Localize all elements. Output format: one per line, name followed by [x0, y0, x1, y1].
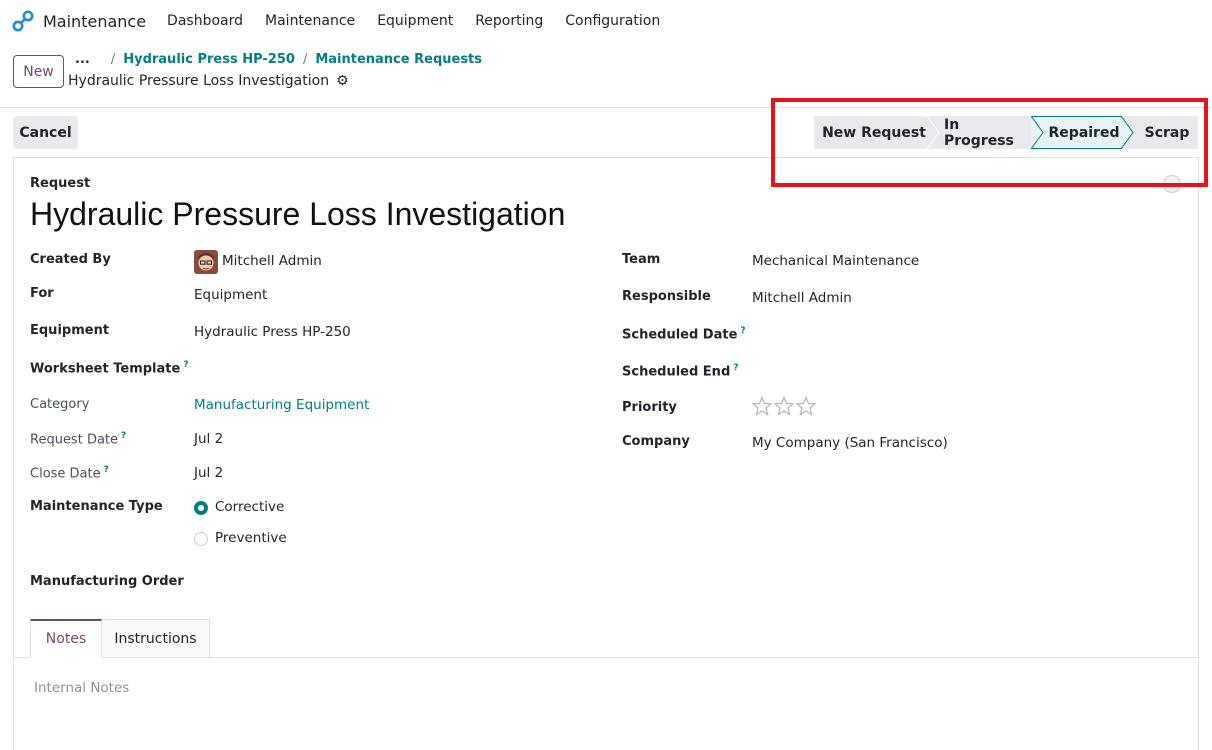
tab-notes[interactable]: Notes [30, 619, 102, 658]
responsible-label: Responsible [622, 289, 711, 304]
top-navbar: Maintenance Dashboard Maintenance Equipm… [0, 0, 1212, 42]
nav-reporting[interactable]: Reporting [475, 13, 543, 29]
help-icon[interactable]: ? [183, 360, 188, 370]
maintenance-type-label: Maintenance Type [30, 499, 163, 514]
form-sheet [13, 157, 1199, 750]
breadcrumb-maintenance-requests[interactable]: Maintenance Requests [315, 52, 482, 67]
request-header-label: Request [30, 176, 91, 191]
star-icon[interactable] [752, 396, 772, 416]
nav-maintenance[interactable]: Maintenance [265, 13, 355, 29]
stage-label: New Request [822, 124, 926, 141]
preventive-option-label[interactable]: Preventive [215, 530, 287, 546]
avatar [194, 250, 218, 274]
stage-label: Repaired [1048, 124, 1120, 141]
help-icon[interactable]: ? [121, 431, 126, 441]
priority-label: Priority [622, 400, 677, 415]
help-icon[interactable]: ? [740, 326, 745, 336]
stage-chevron [1121, 116, 1134, 149]
manufacturing-order-label: Manufacturing Order [30, 574, 184, 589]
stage-label: In Progress [944, 116, 1014, 149]
company-label: Company [622, 434, 690, 449]
scheduled-date-label-text: Scheduled Date [622, 327, 738, 343]
stage-chevron [927, 116, 940, 149]
request-date-value[interactable]: Jul 2 [194, 431, 223, 447]
for-value[interactable]: Equipment [194, 287, 267, 303]
category-value[interactable]: Manufacturing Equipment [194, 397, 369, 413]
worksheet-template-label: Worksheet Template? [30, 360, 189, 376]
request-date-label-text: Request Date [30, 432, 119, 448]
breadcrumb-equipment[interactable]: Hydraulic Press HP-250 [123, 52, 295, 67]
radio-corrective[interactable] [194, 501, 208, 515]
company-value[interactable]: My Company (San Francisco) [752, 435, 948, 451]
breadcrumb-separator: / [302, 52, 308, 67]
close-date-label: Close Date? [30, 465, 109, 481]
stage-statusbar: New Request In Progress Repaired Scrap [814, 116, 1198, 149]
kanban-state-icon[interactable] [1163, 175, 1181, 193]
request-date-label: Request Date? [30, 431, 126, 447]
stage-new-request[interactable]: New Request [814, 116, 940, 149]
breadcrumb: ... / Hydraulic Press HP-250 / Maintenan… [75, 52, 482, 67]
worksheet-template-label-text: Worksheet Template [30, 361, 181, 377]
help-icon[interactable]: ? [733, 363, 738, 373]
nav-equipment[interactable]: Equipment [377, 13, 453, 29]
stage-label: Scrap [1144, 124, 1190, 141]
star-icon[interactable] [774, 396, 794, 416]
help-icon[interactable]: ? [104, 465, 109, 475]
breadcrumb-separator: / [110, 52, 116, 67]
breadcrumb-more[interactable]: ... [75, 52, 90, 67]
stage-repaired[interactable]: Repaired [1032, 116, 1134, 149]
gear-icon[interactable]: ⚙ [336, 73, 349, 89]
equipment-value[interactable]: Hydraulic Press HP-250 [194, 324, 351, 340]
control-panel-divider [0, 107, 1212, 108]
stage-chevron [1031, 116, 1044, 149]
star-icon[interactable] [796, 396, 816, 416]
equipment-label: Equipment [30, 323, 110, 338]
scheduled-date-label: Scheduled Date? [622, 326, 746, 342]
internal-notes-input[interactable]: Internal Notes [34, 680, 129, 696]
created-by-value[interactable]: Mitchell Admin [222, 253, 322, 269]
priority-stars [752, 396, 816, 416]
responsible-value[interactable]: Mitchell Admin [752, 290, 852, 306]
current-record-title: Hydraulic Pressure Loss Investigation [68, 73, 330, 89]
team-value[interactable]: Mechanical Maintenance [752, 253, 919, 269]
close-date-value[interactable]: Jul 2 [194, 465, 223, 481]
team-label: Team [622, 252, 661, 267]
nav-dashboard[interactable]: Dashboard [167, 13, 243, 29]
breadcrumb-current-record: Hydraulic Pressure Loss Investigation ⚙ [68, 73, 349, 89]
radio-preventive[interactable] [194, 532, 208, 546]
request-title[interactable]: Hydraulic Pressure Loss Investigation [30, 196, 565, 233]
tab-instructions[interactable]: Instructions [101, 619, 210, 658]
scheduled-end-label: Scheduled End? [622, 363, 738, 379]
category-label: Category [30, 397, 90, 412]
app-name[interactable]: Maintenance [43, 12, 146, 31]
new-button[interactable]: New [13, 55, 64, 88]
maintenance-app-icon[interactable] [12, 10, 34, 32]
for-label: For [30, 286, 54, 301]
close-date-label-text: Close Date [30, 466, 101, 482]
scheduled-end-label-text: Scheduled End [622, 364, 731, 380]
created-by-label: Created By [30, 252, 111, 267]
stage-in-progress[interactable]: In Progress [928, 116, 1044, 149]
nav-configuration[interactable]: Configuration [565, 13, 660, 29]
corrective-option-label[interactable]: Corrective [215, 499, 284, 515]
cancel-button[interactable]: Cancel [13, 116, 78, 149]
